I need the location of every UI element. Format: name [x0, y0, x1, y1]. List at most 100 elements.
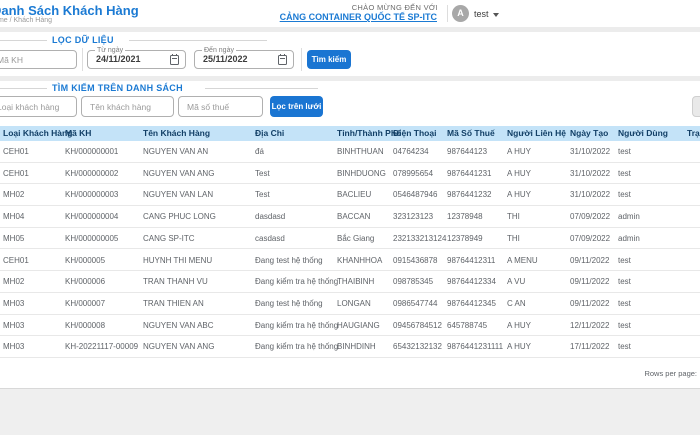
table-cell: KH/000000002: [65, 163, 118, 184]
table-row[interactable]: MH04KH/000000004CANG PHUC LONGdasdasdBAC…: [0, 206, 700, 228]
table-cell: Đang test hệ thống: [255, 250, 323, 271]
table-cell: KH/000005: [65, 250, 105, 271]
table-row[interactable]: MH02KH/000000003NGUYEN VAN LANTestBACLIE…: [0, 184, 700, 206]
table-row[interactable]: MH05KH/000000005CANG SP-ITCcasdasdBắc Gi…: [0, 228, 700, 250]
legend-line: [0, 40, 47, 41]
company-link[interactable]: CẢNG CONTAINER QUỐC TẾ SP-ITC: [280, 12, 437, 22]
table-cell: 12/11/2022: [570, 315, 609, 336]
table-cell: 65432132132: [393, 336, 442, 357]
table-cell: BACCAN: [337, 206, 370, 227]
table-cell: A HUY: [507, 315, 531, 336]
table-cell: Đang kiểm tra hệ thống: [255, 336, 338, 357]
table-cell: THI: [507, 228, 520, 249]
table-body: CEH01KH/000000001NGUYEN VAN ANđáBINHTHUA…: [0, 141, 700, 358]
grid-filter-button[interactable]: Lọc trên lưới: [270, 96, 323, 117]
to-date-value[interactable]: 25/11/2022: [203, 51, 248, 68]
table-cell: A HUY: [507, 336, 531, 357]
table-cell: Đang test hệ thống: [255, 293, 323, 314]
table-cell: test: [618, 271, 631, 292]
table-cell: Đang kiểm tra hệ thống: [255, 271, 338, 292]
section-separator: [0, 76, 700, 81]
table-cell: 0915436878: [393, 250, 438, 271]
grid-search-legend: TÌM KIẾM TRÊN DANH SÁCH: [52, 83, 183, 93]
calendar-icon[interactable]: [278, 55, 287, 65]
table-row[interactable]: MH03KH/000008NGUYEN VAN ABCĐang kiểm tra…: [0, 315, 700, 337]
table-cell: A HUY: [507, 184, 531, 205]
table-cell: Test: [255, 163, 270, 184]
table-row[interactable]: MH02KH/000006TRAN THANH VUĐang kiểm tra …: [0, 271, 700, 293]
table-row[interactable]: MH03KH-20221117-00009NGUYEN VAN ANGĐang …: [0, 336, 700, 358]
table-cell: 04764234: [393, 141, 429, 162]
table-cell: TRAN THIEN AN: [143, 293, 204, 314]
table-row[interactable]: MH03KH/000007TRAN THIEN ANĐang test hệ t…: [0, 293, 700, 315]
table-cell: 078995654: [393, 163, 433, 184]
cutoff-button[interactable]: [692, 96, 700, 117]
table-cell: 07/09/2022: [570, 206, 610, 227]
table-cell: test: [618, 141, 631, 162]
table-cell: A HUY: [507, 163, 531, 184]
table-cell: KH/000000001: [65, 141, 118, 162]
table-cell: BINHDUONG: [337, 163, 386, 184]
filter-section-legend: LỌC DỮ LIỆU: [52, 35, 114, 45]
from-date-field[interactable]: Từ ngày 24/11/2021: [87, 50, 186, 69]
legend-line: [0, 88, 47, 89]
table-cell: A MENU: [507, 250, 538, 271]
table-cell: 98764412345: [447, 293, 496, 314]
table-cell: Test: [255, 184, 270, 205]
table-cell: A HUY: [507, 141, 531, 162]
table-cell: 323123123: [393, 206, 433, 227]
table-cell: 17/11/2022: [570, 336, 609, 357]
customer-type-input[interactable]: [0, 96, 77, 117]
column-header[interactable]: Trạng Thái: [687, 126, 700, 141]
table-cell: Bắc Giang: [337, 228, 374, 249]
table-cell: THI: [507, 206, 520, 227]
table-cell: THAIBINH: [337, 271, 374, 292]
column-header[interactable]: Ngày Tạo: [570, 126, 608, 141]
table-row[interactable]: CEH01KH/000000001NGUYEN VAN ANđáBINHTHUA…: [0, 141, 700, 163]
column-header[interactable]: Người Liên Hệ: [507, 126, 566, 141]
table-cell: test: [618, 315, 631, 336]
table-cell: TRAN THANH VU: [143, 271, 208, 292]
from-date-value[interactable]: 24/11/2021: [96, 51, 141, 68]
search-button[interactable]: Tìm kiếm: [307, 50, 351, 69]
app-window: Danh Sách Khách Hàng Home / Khách Hàng C…: [0, 0, 700, 435]
table-row[interactable]: CEH01KH/000000002NGUYEN VAN ANGTestBINHD…: [0, 163, 700, 185]
column-header[interactable]: Mã Số Thuế: [447, 126, 495, 141]
table-cell: HAUGIANG: [337, 315, 380, 336]
table-cell: casdasd: [255, 228, 285, 249]
column-header[interactable]: Địa Chỉ: [255, 126, 284, 141]
table-cell: 9876441232: [447, 184, 492, 205]
customer-code-input[interactable]: [0, 50, 77, 69]
column-header[interactable]: Mã KH: [65, 126, 91, 141]
column-header[interactable]: Tỉnh/Thành Phố: [337, 126, 401, 141]
table-cell: 09/11/2022: [570, 293, 609, 314]
table-cell: 9876441231: [447, 163, 492, 184]
table-cell: Đang kiểm tra hệ thống: [255, 315, 338, 336]
table-cell: NGUYEN VAN LAN: [143, 184, 213, 205]
table-cell: NGUYEN VAN ANG: [143, 336, 214, 357]
column-header[interactable]: Loại Khách Hàng: [3, 126, 72, 141]
table-cell: CEH01: [3, 141, 29, 162]
table-cell: C AN: [507, 293, 526, 314]
table-cell: dasdasd: [255, 206, 285, 227]
tax-code-input[interactable]: [178, 96, 263, 117]
table-cell: KH/000008: [65, 315, 105, 336]
table-header-row: Loại Khách HàngMã KH Tên Khách Hàng Địa Ch…: [0, 126, 700, 141]
table-cell: MH02: [3, 184, 24, 205]
column-header[interactable]: Tên Khách Hàng: [143, 126, 210, 141]
calendar-icon[interactable]: [170, 55, 179, 65]
user-menu[interactable]: test: [474, 9, 489, 19]
column-header[interactable]: Điện Thoại: [393, 126, 436, 141]
table-cell: test: [618, 293, 631, 314]
column-header[interactable]: Người Dùng: [618, 126, 668, 141]
avatar[interactable]: A: [452, 5, 469, 22]
table-cell: 12378949: [447, 228, 483, 249]
table-cell: CANG SP-ITC: [143, 228, 195, 249]
customer-name-input[interactable]: [81, 96, 174, 117]
table-cell: test: [618, 250, 631, 271]
table-row[interactable]: CEH01KH/000005HUYNH THI MENUĐang test hệ…: [0, 250, 700, 272]
chevron-down-icon[interactable]: [493, 13, 499, 17]
page-content: Danh Sách Khách Hàng Home / Khách Hàng C…: [0, 0, 700, 389]
to-date-field[interactable]: Đến ngày 25/11/2022: [194, 50, 294, 69]
breadcrumb[interactable]: Home / Khách Hàng: [0, 17, 52, 24]
